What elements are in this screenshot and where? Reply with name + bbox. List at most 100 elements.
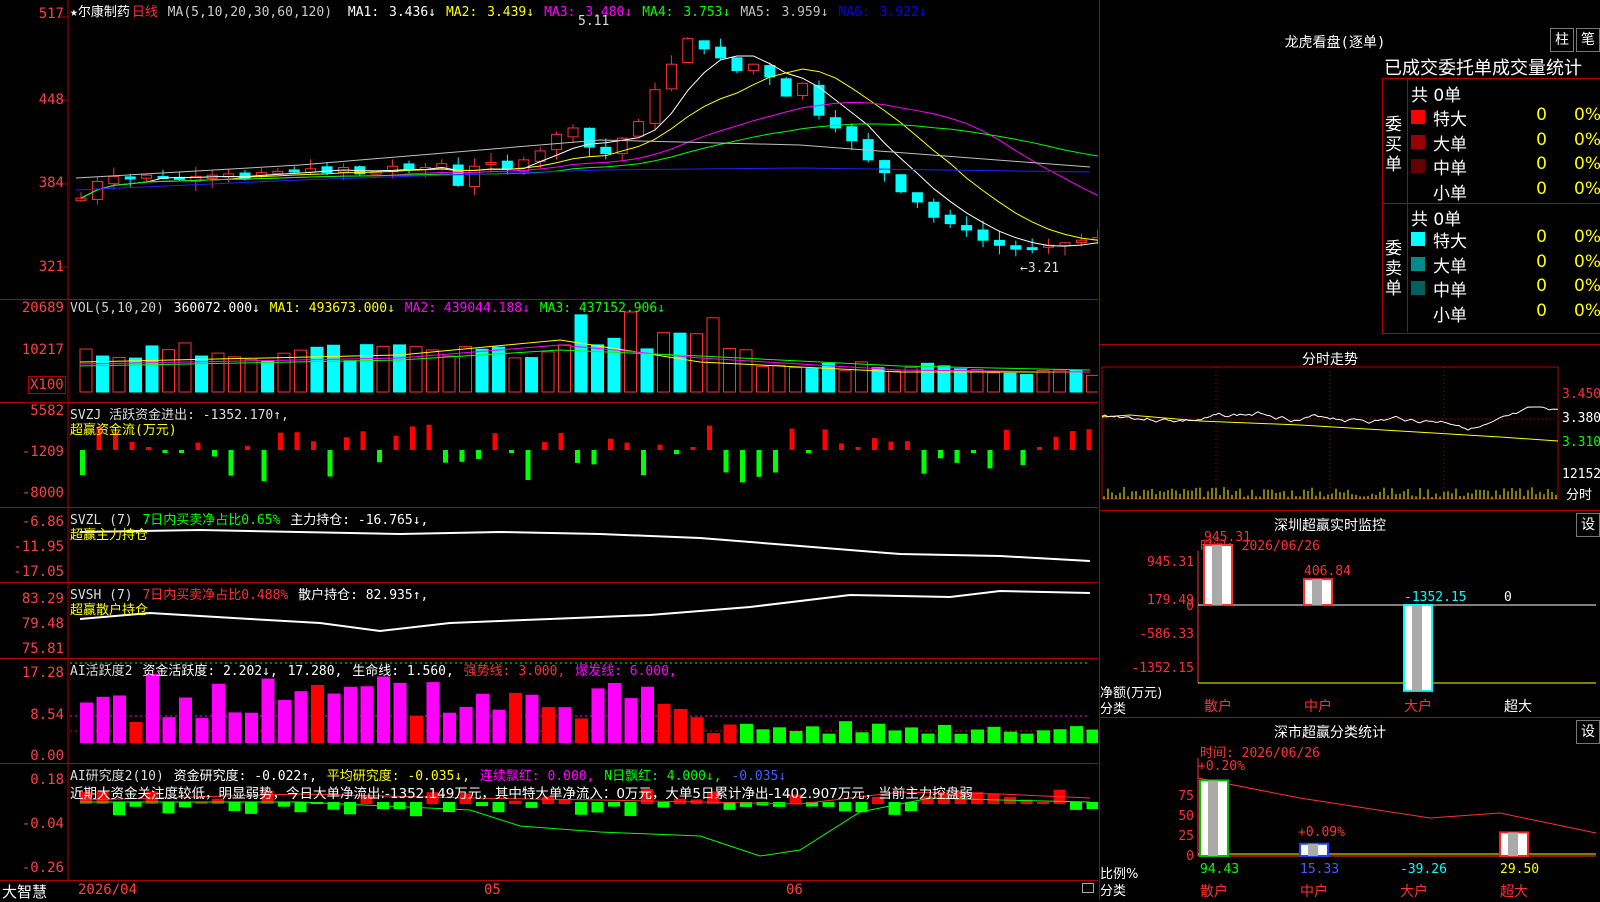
ma-value: 3.753↓ [683, 5, 731, 20]
candlestick-chart[interactable] [0, 0, 1098, 299]
flow-bar [707, 425, 712, 450]
vol-bar [607, 337, 621, 393]
activity-bar [954, 733, 968, 743]
vol-bar [376, 345, 390, 393]
ai-active-panel[interactable]: AI活跃度2 资金活跃度: 2.202↓, 17.280, 生命线: 1.560… [0, 659, 1098, 764]
activity-bar [657, 703, 671, 743]
research-bar [492, 802, 505, 813]
vol-bar [162, 349, 175, 393]
stats-top-label: +0.20% [1198, 759, 1245, 774]
candle [1059, 242, 1071, 247]
flow-bar [773, 450, 778, 473]
class-stats-panel[interactable]: 深市超赢分类统计 设 时间: 2026/06/26 75 50 25 0 +0.20% +… [1100, 718, 1600, 900]
lock-icon[interactable] [1082, 883, 1094, 893]
vol-bar [1086, 374, 1098, 393]
buy-color-swatch [1411, 134, 1425, 149]
flow-bar [971, 450, 976, 453]
flow-bar [888, 441, 894, 450]
vol-bar [79, 348, 93, 393]
activity-bar [96, 696, 110, 743]
intraday-chart[interactable] [1100, 345, 1600, 510]
flow-bar [657, 444, 663, 450]
low-price-label: ←3.21 [1020, 261, 1060, 276]
left-chart-area[interactable]: ★尔康制药 日线 MA(5,10,20,30,60,120) MA1: 3.436… [0, 0, 1100, 901]
activity-bar [80, 702, 93, 743]
candle [75, 197, 87, 202]
flow-bar [872, 438, 877, 450]
vol-bar [178, 342, 192, 393]
vol-bar [822, 362, 835, 393]
bar-view-button[interactable]: 柱 [1550, 28, 1574, 52]
ai-life: 生命线: 1.560, [352, 664, 454, 679]
month-05: 05 [484, 882, 501, 898]
activity-bar [575, 718, 588, 743]
candle [288, 169, 300, 173]
activity-bar [261, 678, 275, 743]
sell-color-swatch [1411, 256, 1425, 271]
intraday-label: 分时 [1566, 488, 1593, 503]
activity-bar [591, 688, 605, 743]
vol-bar [1020, 374, 1033, 393]
candle [124, 176, 136, 180]
month-06: 06 [786, 882, 803, 898]
svsh-ratio: 7日内买卖净占比0.488% [142, 588, 289, 603]
sell-row-name: 特大 [1433, 232, 1467, 252]
svzl-y-tick: -17.05 [13, 564, 64, 580]
vol-bar [789, 367, 802, 393]
svzj-panel[interactable]: SVZJ 活跃资金进出: -1352.170↑, 超赢资金流(万元) 5582 … [0, 403, 1098, 508]
price-panel[interactable]: ★尔康制药 日线 MA(5,10,20,30,60,120) MA1: 3.436… [0, 0, 1098, 300]
candle [1075, 239, 1087, 243]
ma-item-6: MA6: 3.922↓ [838, 5, 928, 20]
activity-bar [756, 729, 770, 743]
flow-bar [674, 450, 679, 455]
volume-panel[interactable]: VOL(5,10,20) 360072.000↓ MA1: 493673.000… [0, 300, 1098, 403]
realtime-monitor-chart[interactable]: 945.31179.490-586.33-1352.15945.31散户406.… [1100, 511, 1600, 717]
realtime-monitor-panel[interactable]: 深圳超赢实时监控 设 时间: 2026/06/26 945.31 179.49 0-… [1100, 511, 1600, 718]
stats-bar-shade [1308, 843, 1318, 856]
deal-view-button[interactable]: 笔 [1576, 28, 1600, 52]
svzj-y-tick: -1209 [21, 444, 64, 460]
svzl-panel[interactable]: SVZL (7) 7日内买卖净占比0.65% 主力持仓: -16.765↓, 超… [0, 508, 1098, 583]
vol-ma1: MA1: 493673.000↓ [269, 301, 395, 316]
vol-bar [838, 370, 852, 393]
flow-bar [575, 450, 580, 463]
buy-color-swatch [1411, 110, 1425, 124]
flow-bar [179, 450, 184, 453]
intraday-panel[interactable]: 分时走势 3.450 3.380 3.310 12152 分时 [1100, 345, 1600, 511]
flow-bar [1004, 429, 1009, 450]
svsh-panel[interactable]: SVSH (7) 7日内买卖净占比0.488% 散户持仓: 82.935↑, 超… [0, 583, 1098, 659]
research-bar [987, 793, 1000, 804]
class-stats-chart[interactable]: 75 50 25 0 +0.20% +0.09% 94.43 散户 15.33 中户 -39.26 大… [1100, 718, 1600, 900]
vol-bar [657, 332, 670, 393]
activity-bar [921, 733, 935, 743]
stats-bar-shade [1508, 832, 1518, 856]
candle [895, 174, 907, 193]
candle [928, 201, 940, 218]
research-bar [723, 802, 736, 810]
vol-bar [739, 349, 753, 393]
ma-value: 3.959↓ [781, 5, 829, 20]
flow-bar [212, 450, 217, 457]
stats-category: 超大 [1500, 884, 1528, 900]
flow-bar [591, 450, 597, 465]
flow-bar [954, 450, 960, 463]
research-bar [113, 802, 125, 816]
candle [1010, 245, 1022, 250]
dragon-tiger-panel[interactable]: 龙虎看盘(逐单) 柱 笔 已成交委托单成交量统计 委买单 共 0单 特大 0 0% 大… [1100, 0, 1600, 345]
activity-bar [674, 709, 687, 743]
vol-bar [1003, 372, 1017, 393]
research-bar [525, 802, 538, 808]
flow-bar [509, 450, 514, 453]
flow-bar [311, 441, 316, 450]
monitor-bar-shade [1412, 605, 1422, 691]
sell-row-pct: 0% [1574, 227, 1600, 247]
research-bar [245, 802, 257, 814]
monitor-value: -1352.15 [1404, 590, 1467, 605]
flow-bar [426, 424, 432, 450]
buy-total: 共 0单 [1411, 86, 1462, 106]
ma-item-1: MA1: 3.436↓ [348, 5, 438, 20]
svsh-sub: 超赢散户持仓 [70, 603, 149, 618]
stats-y-tick: 25 [1178, 829, 1194, 844]
activity-bar [129, 721, 143, 743]
ai-research-panel[interactable]: AI研究度2(10) 资金研究度: -0.022↑, 平均研究度: -0.035… [0, 764, 1098, 881]
